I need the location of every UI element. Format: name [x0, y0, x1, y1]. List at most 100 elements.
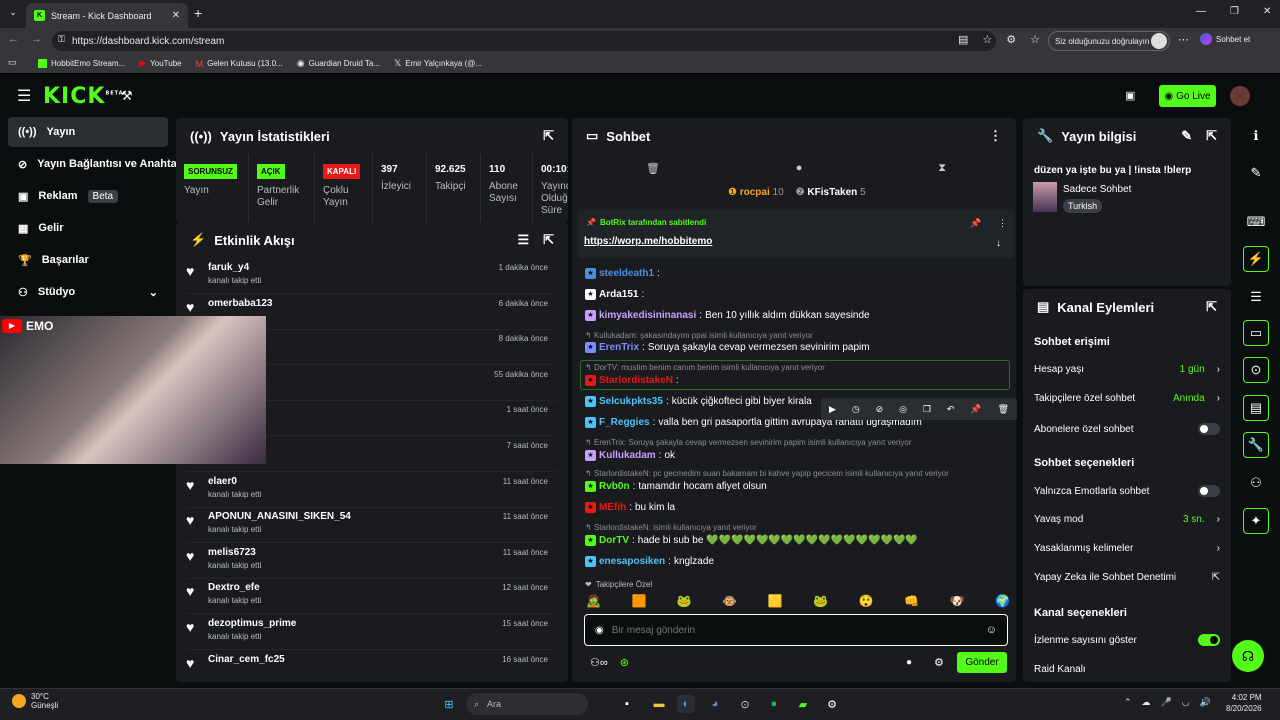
clock[interactable]: 4:02 PM 8/20/2026 — [1226, 693, 1262, 713]
send-button[interactable]: Gönder — [957, 652, 1007, 673]
hourglass-icon[interactable]: ⧗ — [938, 162, 946, 175]
tab-list-button[interactable]: ⌄ — [6, 7, 20, 21]
forward-icon[interactable]: → — [31, 33, 42, 46]
file-explorer-icon[interactable]: ▬ — [650, 695, 668, 713]
kick-logo[interactable]: KICKBETA — [43, 84, 124, 109]
nav-item-stream[interactable]: ((•)) Yayın — [8, 117, 168, 147]
cloud-icon[interactable]: ☁ — [1142, 697, 1151, 708]
minimize-icon[interactable]: — — [1196, 6, 1206, 17]
chat-message[interactable]: ★ Selcukpkts35: kücük çiğkofteci gibi bi… — [585, 396, 812, 407]
app-icon[interactable]: ⚙ — [823, 695, 841, 713]
category-name[interactable]: Sadece Sohbet — [1063, 184, 1131, 195]
copy-icon[interactable]: ❐ — [923, 404, 931, 415]
reply-context[interactable]: ↰ StarlordistakeN: isimli kullanıcıya ya… — [585, 523, 757, 532]
nav-item-revenue[interactable]: ▦ Gelir — [8, 213, 168, 243]
task-view-icon[interactable]: ▪ — [618, 695, 636, 713]
chat-message[interactable]: ★ MEfih: bu kim la — [585, 502, 675, 513]
chevron-up-icon[interactable]: ⌃ — [1124, 697, 1132, 708]
chat-message[interactable]: ★ Rvb0n: tamamdır hocam afiyet olsun — [585, 481, 767, 492]
nav-item-stream-key[interactable]: ⊘ Yayın Bağlantısı ve Anahtar — [8, 149, 183, 179]
activity-event[interactable]: ♥ faruk_y4 kanalı takip etti 1 dakika ön… — [186, 258, 556, 294]
chat-username[interactable]: DorTV — [599, 535, 629, 546]
kick-bot-icon[interactable]: ⊛ — [620, 656, 629, 669]
reply-icon[interactable]: ◎ — [899, 404, 907, 415]
favorite-star-icon[interactable]: ☆ — [982, 33, 992, 46]
server-rail-icon[interactable]: ▤ — [1243, 395, 1269, 421]
account-age-row[interactable]: Hesap yaşı 1 gün › — [1034, 364, 1220, 375]
copilot-button[interactable]: Sohbet et — [1200, 33, 1250, 45]
emote-9-icon[interactable]: 🐶 — [950, 594, 965, 608]
popout-icon[interactable]: ⇱ — [1206, 128, 1217, 144]
chat-message[interactable]: ★ kimyakedisininanasi: Ben 10 yıllık ald… — [585, 310, 870, 321]
popout-icon[interactable]: ⇱ — [543, 232, 554, 248]
chat-more-icon[interactable]: ⋮ — [989, 128, 1002, 144]
favorites-icon[interactable]: ☆ — [1030, 33, 1040, 46]
popout-icon[interactable]: ⇱ — [1206, 299, 1217, 315]
steam-icon[interactable]: ⊙ — [736, 695, 754, 713]
chat-message[interactable]: ★ ErenTrix: Soruya şakayla cevap vermezs… — [585, 342, 870, 353]
reader-icon[interactable]: ▤ — [958, 33, 968, 46]
emote-2-icon[interactable]: 🟧 — [631, 594, 646, 608]
chat-username[interactable]: Selcukpkts35 — [599, 396, 663, 407]
close-window-icon[interactable]: ✕ — [1263, 6, 1271, 17]
nav-item-ads[interactable]: ▣ Reklam Beta — [8, 181, 168, 211]
emote-10-icon[interactable]: 🌍 — [995, 594, 1010, 608]
hammer-icon[interactable]: ⚒ — [121, 88, 133, 104]
chat-username[interactable]: steeldeath1 — [599, 268, 654, 279]
emote-4-icon[interactable]: 🐵 — [722, 594, 737, 608]
volume-icon[interactable]: 🔊 — [1200, 697, 1211, 708]
chat-username[interactable]: kimyakedisininanasi — [599, 310, 696, 321]
new-tab-button[interactable]: + — [194, 5, 202, 21]
go-live-button[interactable]: ◉ Go Live — [1159, 85, 1216, 107]
play-icon[interactable]: ▶ — [829, 404, 836, 415]
wrench-rail-icon[interactable]: 🔧 — [1243, 432, 1269, 458]
reply-context[interactable]: ↰ Kullukadam: şakasındayım ppai isimli k… — [585, 331, 813, 340]
edge-icon[interactable]: ◐ — [677, 695, 695, 713]
emote-bubble-icon[interactable]: ● — [796, 162, 803, 175]
theater-mode-icon[interactable]: ▣ — [1125, 89, 1135, 102]
extensions-icon[interactable]: ⚙ — [1006, 33, 1016, 46]
language-tag[interactable]: Turkish — [1063, 199, 1103, 213]
mic-icon[interactable]: 🎤 — [1161, 697, 1172, 708]
emote-8-icon[interactable]: 👊 — [904, 594, 919, 608]
unpin-icon[interactable]: 📌 — [970, 218, 981, 229]
close-tab-icon[interactable]: ✕ — [172, 10, 180, 21]
subs-chat-toggle[interactable] — [1198, 423, 1220, 435]
emote-5-icon[interactable]: 🟨 — [768, 594, 783, 608]
taskbar-search[interactable]: ⌕ Ara — [466, 693, 588, 715]
user-avatar[interactable] — [1230, 86, 1250, 106]
wifi-icon[interactable]: ◡ — [1182, 697, 1190, 708]
activity-event[interactable]: ♥ APONUN_ANASINI_SIKEN_54 kanalı takip e… — [186, 507, 556, 544]
pinned-more-icon[interactable]: ⋮ — [998, 218, 1007, 229]
support-chat-button[interactable]: ☊ — [1232, 640, 1264, 672]
browser-tab-active[interactable]: K Stream - Kick Dashboard ✕ — [26, 3, 188, 28]
emotes-only-toggle[interactable] — [1198, 485, 1220, 497]
chat-settings-icon[interactable]: ⚙ — [934, 656, 944, 669]
activity-event[interactable]: ♥ elaer0 kanalı takip etti 11 saat önce — [186, 472, 556, 508]
emote-1-icon[interactable]: 🧟 — [586, 594, 601, 608]
chat-username[interactable]: enesaposiken — [599, 556, 665, 567]
chat-rail-icon[interactable]: ▭ — [1243, 320, 1269, 346]
chat-username[interactable]: F_Reggies — [599, 417, 650, 428]
emote-3-icon[interactable]: 🐸 — [677, 594, 692, 608]
emote-7-icon[interactable]: 😲 — [859, 594, 874, 608]
bookmark-hobbitemo[interactable]: HobbitEmo Stream... — [38, 59, 125, 68]
spotify-icon[interactable]: ● — [765, 695, 783, 713]
chat-input[interactable]: ◉ ☺ — [584, 614, 1008, 646]
info-icon[interactable]: ℹ — [1243, 123, 1269, 149]
chat-message[interactable]: ★ DorTV: hade bi sub be 💚💚💚💚💚💚💚💚💚💚💚💚💚💚💚💚… — [585, 535, 918, 546]
undo-icon[interactable]: ↶ — [947, 404, 955, 415]
activity-event[interactable]: ♥ Dextro_efe kanalı takip etti 12 saat ö… — [186, 578, 556, 615]
show-viewers-toggle[interactable] — [1198, 634, 1220, 646]
profile-sync-button[interactable]: Siz olduğunuzu doğrulayın — [1048, 31, 1170, 51]
url-field[interactable]: https://dashboard.kick.com/stream — [52, 31, 996, 51]
raid-row[interactable]: Raid Kanalı — [1034, 664, 1220, 675]
nav-item-studio[interactable]: ⚇ Stüdyo ⌄ — [8, 277, 168, 307]
emoji-icon[interactable]: ☺ — [986, 624, 997, 636]
keyboard-icon[interactable]: ⌨ — [1243, 209, 1269, 235]
bookmark-x[interactable]: 𝕏 Emir Yalçınkaya (@... — [394, 58, 482, 69]
gifter-1[interactable]: ❶ rocpai 10 — [728, 187, 784, 198]
weather-widget[interactable]: 30°C Güneşli — [12, 692, 58, 710]
chat-username[interactable]: ErenTrix — [599, 342, 639, 353]
chat-bubble-icon[interactable]: ● — [906, 657, 912, 668]
